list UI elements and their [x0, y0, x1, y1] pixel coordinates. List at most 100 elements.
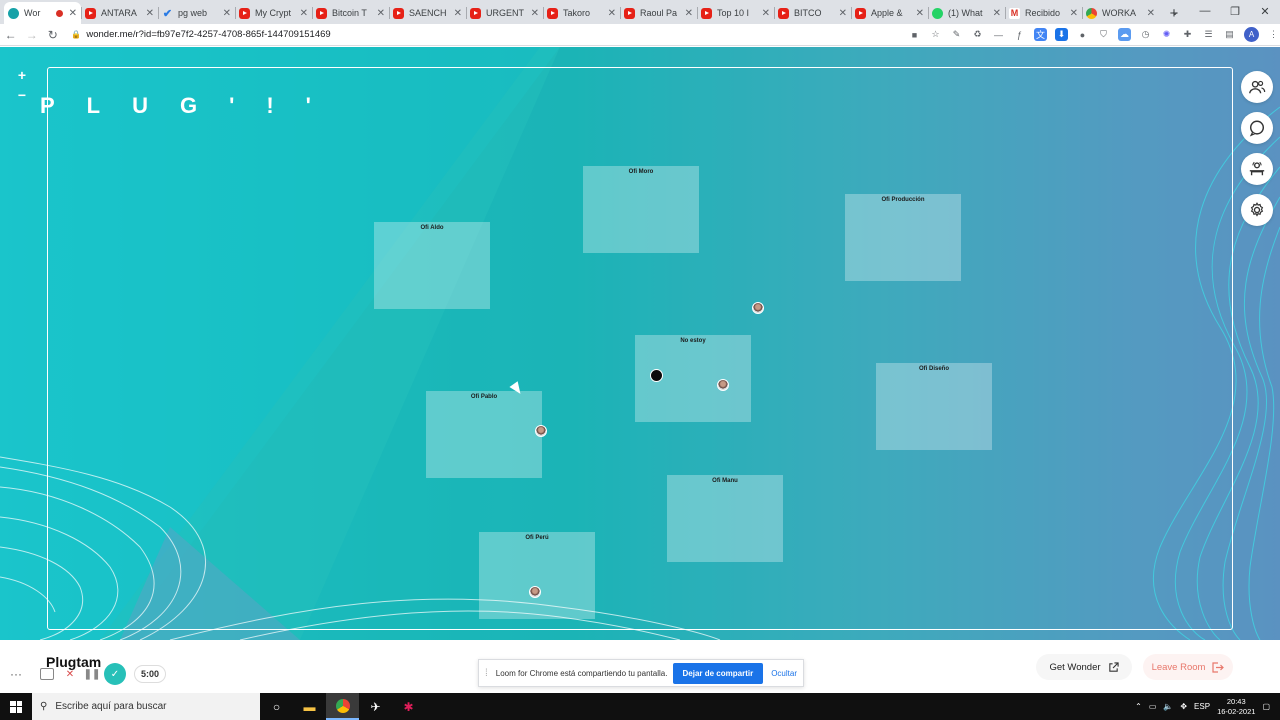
drag-handle-icon[interactable]: ⁞: [485, 668, 488, 679]
tab-youtube[interactable]: ANTARA ✕: [81, 2, 158, 24]
volume-icon[interactable]: 🔈: [1163, 702, 1173, 711]
close-tab-icon[interactable]: ✕: [762, 8, 770, 19]
tab-youtube[interactable]: Apple & ✕: [851, 2, 928, 24]
user-avatar[interactable]: [535, 425, 547, 437]
close-tab-icon[interactable]: ✕: [839, 8, 847, 19]
tab-youtube[interactable]: Takoro ✕: [543, 2, 620, 24]
close-tab-icon[interactable]: ✕: [454, 8, 462, 19]
menu-icon[interactable]: ⋮: [1267, 28, 1280, 41]
loom-icon[interactable]: ✺: [1160, 28, 1173, 41]
user-avatar[interactable]: [529, 586, 541, 598]
hide-banner-button[interactable]: Ocultar: [771, 669, 797, 678]
more-options-button[interactable]: ···: [6, 664, 26, 684]
chevron-up-icon[interactable]: ⌃: [1135, 702, 1142, 711]
zoom-in-button[interactable]: +: [18, 67, 26, 87]
cortana-icon[interactable]: ○: [260, 693, 293, 720]
close-tab-icon[interactable]: ✕: [146, 8, 154, 19]
star-icon[interactable]: ☆: [929, 28, 942, 41]
settings-button[interactable]: [1241, 194, 1273, 226]
zone-ofi-pablo[interactable]: Ofi Pablo: [426, 391, 542, 478]
slack-icon[interactable]: ✱: [392, 693, 425, 720]
confirm-check-icon[interactable]: ✓: [104, 663, 126, 685]
function-icon[interactable]: ƒ: [1013, 28, 1026, 41]
recycle-icon[interactable]: ♻: [971, 28, 984, 41]
leave-room-button[interactable]: Leave Room: [1143, 654, 1233, 680]
get-wonder-button[interactable]: Get Wonder: [1036, 654, 1132, 680]
people-button[interactable]: [1241, 71, 1273, 103]
record-icon[interactable]: ●: [1076, 28, 1089, 41]
user-avatar[interactable]: [717, 379, 729, 391]
tab-youtube[interactable]: Bitcoin T ✕: [312, 2, 389, 24]
tab-wonder[interactable]: Wor ✕: [4, 2, 81, 24]
file-explorer-icon[interactable]: ▬: [293, 693, 326, 720]
translate-icon[interactable]: 文: [1034, 28, 1047, 41]
tab-youtube[interactable]: Raoul Pa ✕: [620, 2, 697, 24]
camera-icon[interactable]: [40, 668, 54, 680]
wonder-room-canvas[interactable]: + − PLUG'!' Ofi Aldo Ofi Moro Ofi Produc…: [0, 47, 1280, 640]
close-tab-icon[interactable]: ✕: [300, 8, 308, 19]
dropbox-icon[interactable]: ✥: [1180, 702, 1187, 711]
chevron-down-icon[interactable]: ⌄: [1160, 0, 1190, 22]
shield-icon[interactable]: ⛉: [1097, 28, 1110, 41]
close-tab-icon[interactable]: ✕: [223, 8, 231, 19]
forward-icon[interactable]: →: [21, 28, 42, 42]
close-tab-icon[interactable]: ✕: [993, 8, 1001, 19]
language-indicator[interactable]: ESP: [1194, 702, 1210, 711]
profile-avatar[interactable]: A: [1244, 27, 1259, 42]
close-tab-icon[interactable]: ✕: [1070, 8, 1078, 19]
puzzle-icon[interactable]: ✚: [1181, 28, 1194, 41]
address-bar[interactable]: 🔒 wonder.me/r?id=fb97e7f2-4257-4708-865f…: [71, 26, 878, 44]
zone-ofi-manu[interactable]: Ofi Manu: [667, 475, 783, 562]
zone-ofi-aldo[interactable]: Ofi Aldo: [374, 222, 490, 309]
list-icon[interactable]: ☰: [1202, 28, 1215, 41]
tab-youtube[interactable]: URGENT ✕: [466, 2, 543, 24]
tab-gmail[interactable]: M Recibido ✕: [1005, 2, 1082, 24]
own-user-avatar[interactable]: [650, 369, 663, 382]
zone-ofi-peru[interactable]: Ofi Perú: [479, 532, 595, 619]
zone-ofi-moro[interactable]: Ofi Moro: [583, 166, 699, 253]
close-tab-icon[interactable]: ✕: [608, 8, 616, 19]
tab-youtube[interactable]: BITCO ✕: [774, 2, 851, 24]
chrome-taskbar-icon[interactable]: [326, 693, 359, 720]
notifications-icon[interactable]: ▢: [1262, 702, 1270, 711]
recording-icon: [55, 9, 63, 17]
back-icon[interactable]: ←: [0, 28, 21, 42]
pencil-icon[interactable]: ✎: [950, 28, 963, 41]
zone-ofi-diseno[interactable]: Ofi Diseño: [876, 363, 992, 450]
close-tab-icon[interactable]: ✕: [377, 8, 385, 19]
broadcast-button[interactable]: [1241, 153, 1273, 185]
minimize-icon[interactable]: —: [1190, 0, 1220, 22]
reading-list-icon[interactable]: ▤: [1223, 28, 1236, 41]
system-clock[interactable]: 20:43 16-02-2021: [1217, 697, 1255, 717]
zoom-out-button[interactable]: −: [18, 87, 26, 107]
user-avatar[interactable]: [752, 302, 764, 314]
reload-icon[interactable]: ↻: [42, 28, 63, 42]
zone-ofi-produccion[interactable]: Ofi Producción: [845, 194, 961, 281]
tab-whatsapp[interactable]: (1) What ✕: [928, 2, 1005, 24]
tab-pg-web[interactable]: ✔ pg web ✕: [158, 2, 235, 24]
app-icon[interactable]: ✈: [359, 693, 392, 720]
chat-button[interactable]: [1241, 112, 1273, 144]
tab-worka[interactable]: WORKA ✕: [1082, 2, 1159, 24]
close-tab-icon[interactable]: ✕: [69, 8, 77, 19]
close-tab-icon[interactable]: ✕: [916, 8, 924, 19]
close-tab-icon[interactable]: ✕: [1147, 8, 1155, 19]
close-tab-icon[interactable]: ✕: [685, 8, 693, 19]
start-button[interactable]: [0, 700, 32, 713]
pause-icon[interactable]: ❚❚: [82, 664, 102, 684]
network-icon[interactable]: ▭: [1149, 702, 1157, 711]
minus-icon[interactable]: —: [992, 28, 1005, 41]
download-icon[interactable]: ⬇: [1055, 28, 1068, 41]
cloud-icon[interactable]: ☁: [1118, 28, 1131, 41]
tab-youtube[interactable]: Top 10 I ✕: [697, 2, 774, 24]
clock-icon[interactable]: ◷: [1139, 28, 1152, 41]
camera-icon[interactable]: ■: [908, 28, 921, 41]
close-window-icon[interactable]: ✕: [1250, 0, 1280, 22]
maximize-icon[interactable]: ❐: [1220, 0, 1250, 22]
tab-youtube[interactable]: My Crypt ✕: [235, 2, 312, 24]
close-icon[interactable]: ✕: [60, 664, 80, 684]
close-tab-icon[interactable]: ✕: [531, 8, 539, 19]
stop-sharing-button[interactable]: Dejar de compartir: [672, 662, 764, 684]
taskbar-search[interactable]: ⚲ Escribe aquí para buscar: [32, 693, 260, 720]
tab-youtube[interactable]: SAENCH ✕: [389, 2, 466, 24]
